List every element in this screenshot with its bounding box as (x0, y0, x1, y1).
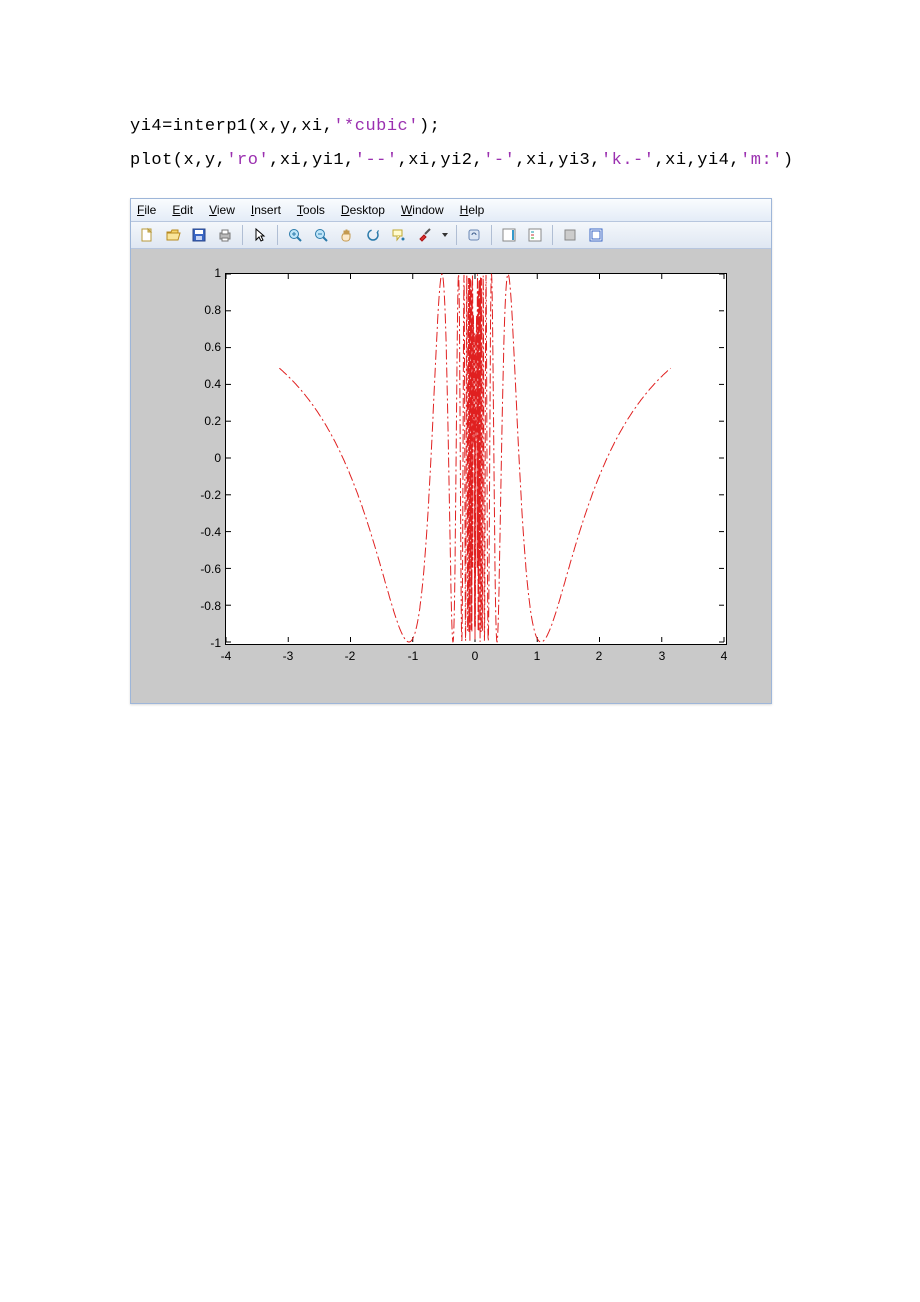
xtick-label: -4 (221, 650, 232, 662)
xtick-label: 0 (472, 650, 479, 662)
rotate-icon[interactable] (361, 223, 385, 247)
xtick-label: -2 (345, 650, 356, 662)
zoom-in-icon[interactable] (283, 223, 307, 247)
zoom-out-icon[interactable] (309, 223, 333, 247)
menu-tools[interactable]: Tools (297, 203, 325, 217)
legend-icon[interactable] (523, 223, 547, 247)
xtick-label: 1 (534, 650, 541, 662)
ytick-label: -0.2 (177, 489, 221, 501)
show-plot-tools-icon[interactable] (584, 223, 608, 247)
menu-file[interactable]: File (137, 203, 156, 217)
print-icon[interactable] (213, 223, 237, 247)
ytick-label: -1 (177, 637, 221, 649)
ytick-label: -0.4 (177, 526, 221, 538)
ytick-label: 0.4 (177, 378, 221, 390)
figure-window: File Edit View Insert Tools Desktop Wind… (130, 198, 772, 704)
dropdown-arrow-icon[interactable] (439, 223, 451, 247)
ytick-label: 1 (177, 267, 221, 279)
menu-insert[interactable]: Insert (251, 203, 281, 217)
pan-icon[interactable] (335, 223, 359, 247)
menu-desktop[interactable]: Desktop (341, 203, 385, 217)
xtick-label: 2 (596, 650, 603, 662)
plot-area: 1 0.8 0.6 0.4 0.2 0 -0.2 -0.4 -0.6 -0.8 … (131, 249, 771, 703)
ytick-label: 0.8 (177, 304, 221, 316)
toolbar (131, 222, 771, 249)
menu-edit[interactable]: Edit (172, 203, 193, 217)
xtick-label: 4 (721, 650, 728, 662)
code-line-1: yi4=interp1(x,y,xi,'*cubic'); (130, 110, 800, 144)
menu-view[interactable]: View (209, 203, 235, 217)
ytick-label: -0.8 (177, 600, 221, 612)
xtick-label: 3 (659, 650, 666, 662)
xtick-label: -1 (408, 650, 419, 662)
ytick-label: -0.6 (177, 563, 221, 575)
pointer-icon[interactable] (248, 223, 272, 247)
save-icon[interactable] (187, 223, 211, 247)
ytick-label: 0 (177, 452, 221, 464)
open-file-icon[interactable] (161, 223, 185, 247)
datatip-icon[interactable] (387, 223, 411, 247)
code-line-2: plot(x,y,'ro',xi,yi1,'--',xi,yi2,'-',xi,… (130, 144, 800, 178)
menu-window[interactable]: Window (401, 203, 444, 217)
menu-help[interactable]: Help (460, 203, 485, 217)
xtick-label: -3 (283, 650, 294, 662)
menubar: File Edit View Insert Tools Desktop Wind… (131, 199, 771, 222)
ytick-label: 0.2 (177, 415, 221, 427)
colorbar-icon[interactable] (497, 223, 521, 247)
axes[interactable]: -4 -3 -2 -1 0 1 2 3 4 (225, 273, 727, 645)
new-file-icon[interactable] (135, 223, 159, 247)
brush-icon[interactable] (413, 223, 437, 247)
hide-plot-tools-icon[interactable] (558, 223, 582, 247)
link-icon[interactable] (462, 223, 486, 247)
ytick-label: 0.6 (177, 341, 221, 353)
